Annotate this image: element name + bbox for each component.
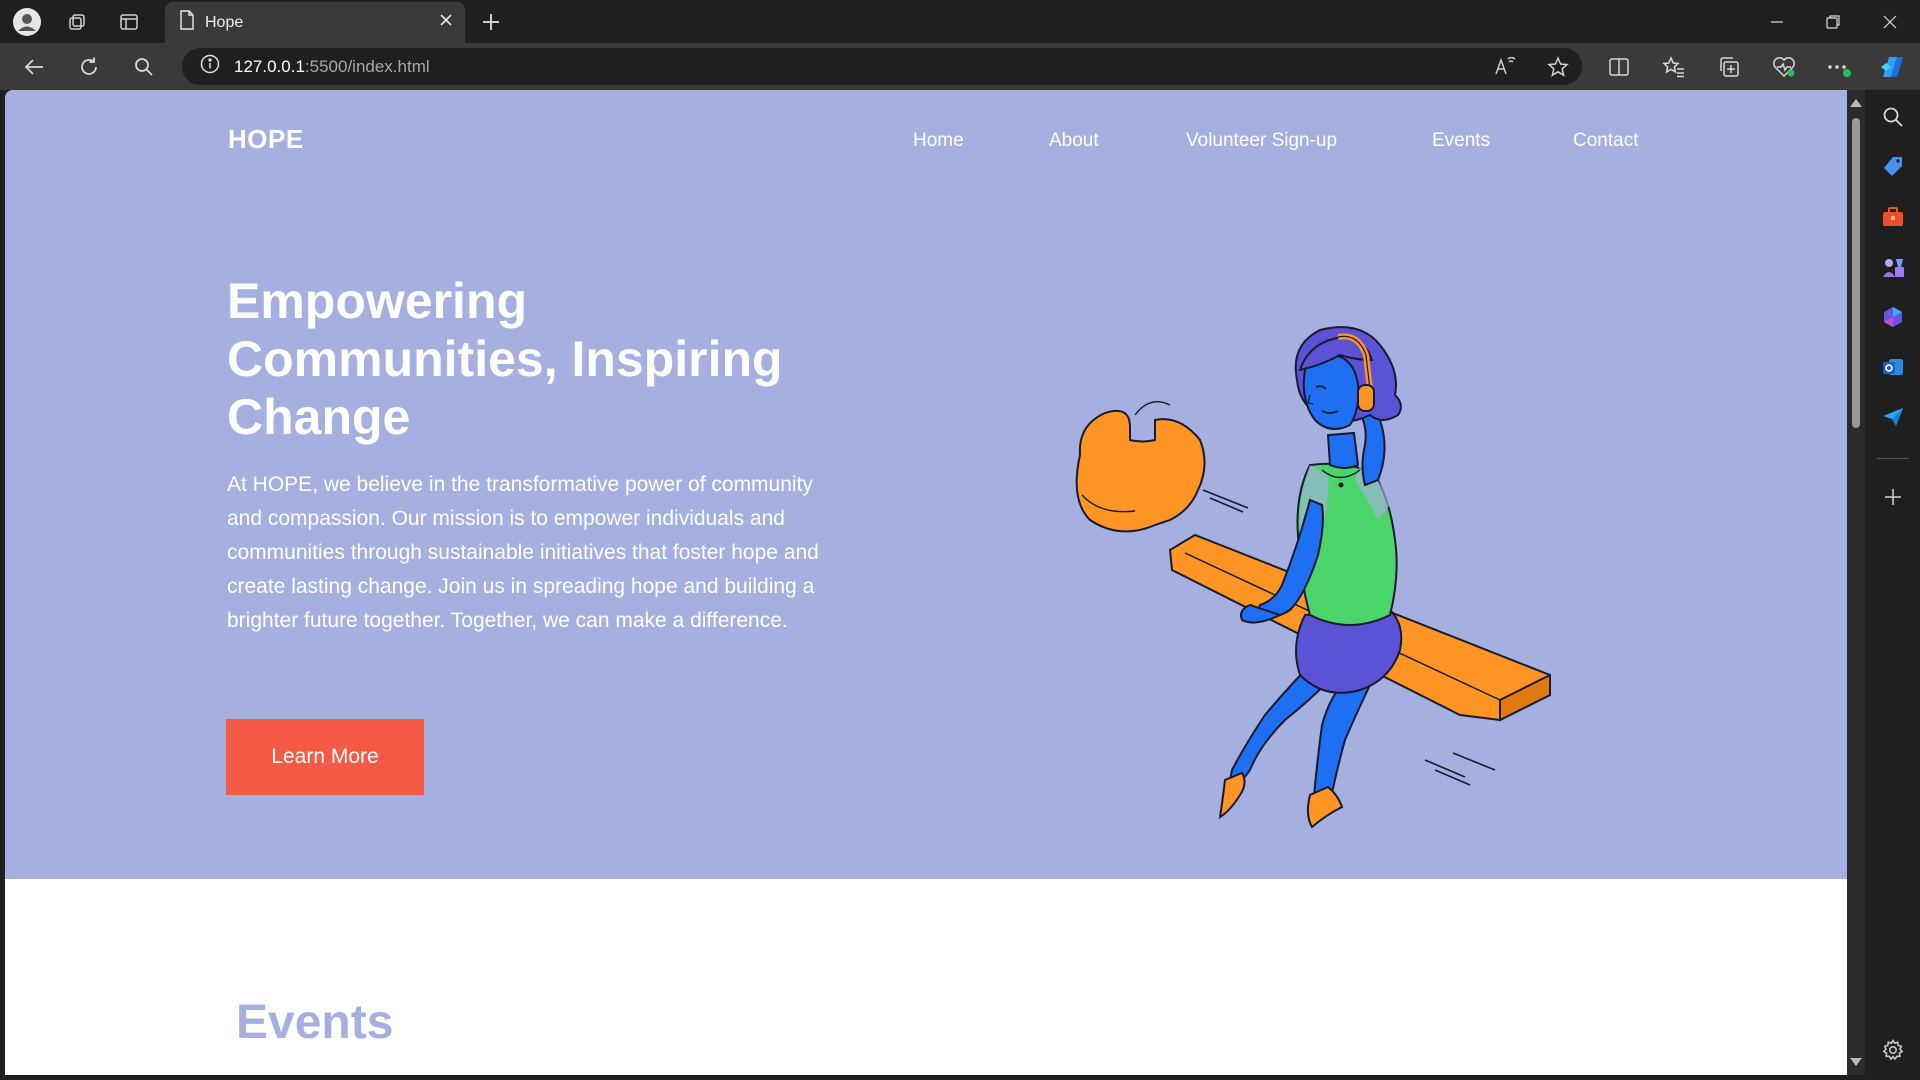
hero-description: At HOPE, we believe in the transformativ… — [227, 473, 819, 632]
profile-icon[interactable] — [11, 6, 43, 38]
nav-about[interactable]: About — [1049, 130, 1099, 152]
nav-events[interactable]: Events — [1432, 130, 1490, 152]
url-text[interactable]: 127.0.0.1:5500/index.html — [234, 57, 430, 77]
active-tab[interactable]: Hope — [165, 2, 465, 43]
tab-title: Hope — [205, 13, 244, 31]
restore-icon[interactable] — [1805, 0, 1861, 43]
sidebar-search-icon[interactable] — [1878, 102, 1908, 132]
favorites-icon[interactable] — [1657, 50, 1691, 84]
tools-briefcase-icon[interactable] — [1878, 202, 1908, 232]
scroll-up-arrow-icon[interactable] — [1850, 99, 1862, 107]
main-nav: Home About Volunteer Sign-up Events Cont… — [5, 130, 1847, 160]
minimize-icon[interactable] — [1749, 0, 1805, 43]
refresh-icon[interactable] — [72, 50, 106, 84]
nav-contact[interactable]: Contact — [1573, 130, 1638, 152]
page-icon — [179, 10, 195, 35]
hero-title: Empowering Communities, Inspiring Change — [227, 273, 783, 445]
address-bar[interactable]: 127.0.0.1:5500/index.html — [182, 48, 1582, 85]
close-window-icon[interactable] — [1862, 0, 1918, 43]
browser-toolbar: 127.0.0.1:5500/index.html — [0, 43, 1920, 90]
new-tab-icon[interactable] — [475, 6, 507, 38]
browser-essentials-icon[interactable] — [1767, 50, 1801, 84]
hero-section: HOPE Home About Volunteer Sign-up Events… — [5, 90, 1847, 879]
scroll-down-arrow-icon[interactable] — [1850, 1058, 1862, 1066]
split-screen-icon[interactable] — [1602, 50, 1636, 84]
tab-strip: Hope — [0, 0, 1920, 43]
workspaces-icon[interactable] — [61, 6, 93, 38]
browser-sidebar — [1865, 90, 1920, 1080]
nav-volunteer-signup[interactable]: Volunteer Sign-up — [1186, 130, 1337, 152]
outlook-icon[interactable] — [1878, 352, 1908, 382]
nav-home[interactable]: Home — [913, 130, 964, 152]
site-info-icon[interactable] — [200, 54, 220, 79]
sidebar-settings-icon[interactable] — [1878, 1035, 1908, 1065]
learn-more-button[interactable]: Learn More — [226, 719, 424, 795]
read-aloud-icon[interactable] — [1488, 50, 1522, 84]
sidebar-divider — [1877, 458, 1909, 459]
favorite-star-icon[interactable] — [1541, 50, 1575, 84]
events-section-title: Events — [236, 996, 394, 1049]
tab-actions-icon[interactable] — [113, 6, 145, 38]
woman-on-wrench-illustration — [1075, 326, 1551, 829]
more-menu-icon[interactable] — [1822, 50, 1856, 84]
back-icon[interactable] — [17, 50, 51, 84]
shopping-tag-icon[interactable] — [1878, 152, 1908, 182]
send-icon[interactable] — [1878, 402, 1908, 432]
add-sidebar-app-icon[interactable] — [1878, 482, 1908, 512]
search-icon[interactable] — [127, 50, 161, 84]
close-tab-icon[interactable] — [439, 13, 453, 32]
hero-illustration — [1060, 315, 1560, 840]
copilot-icon[interactable] — [1875, 50, 1909, 84]
page-scrollbar[interactable] — [1847, 90, 1865, 1075]
page-viewport: HOPE Home About Volunteer Sign-up Events… — [5, 90, 1847, 1075]
games-icon[interactable] — [1878, 252, 1908, 282]
collections-icon[interactable] — [1712, 50, 1746, 84]
scroll-thumb[interactable] — [1852, 118, 1860, 428]
microsoft-365-icon[interactable] — [1878, 302, 1908, 332]
